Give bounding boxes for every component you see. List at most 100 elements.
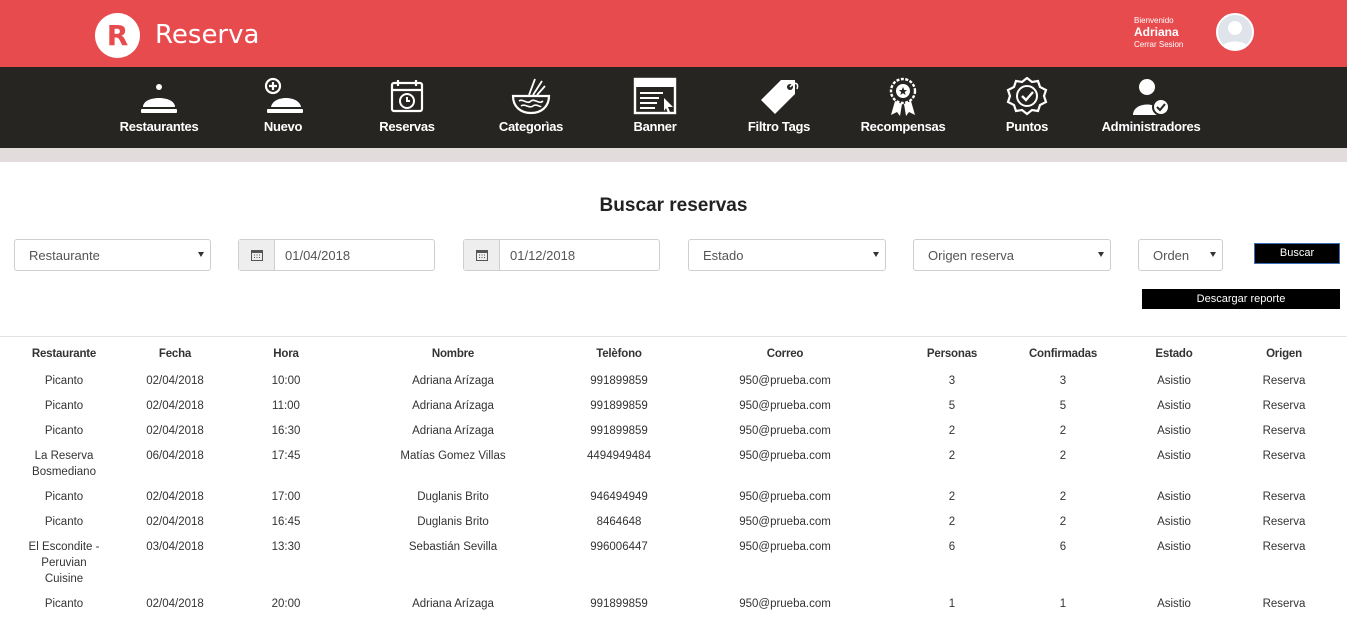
table-cell: Asistio [1157, 491, 1191, 503]
origen-select[interactable]: Origen reserva [913, 239, 1111, 271]
nav-label: Nuevo [263, 119, 303, 134]
nav-label: Restaurantes [119, 119, 199, 134]
nav-label: Filtro Tags [747, 119, 811, 134]
nav-categorias[interactable]: Categorìas [461, 67, 601, 148]
table-cell: 02/04/2018 [146, 491, 204, 503]
nav-reservas[interactable]: Reservas [337, 67, 477, 148]
table-cell: Reserva [1262, 491, 1306, 503]
table-cell: 950@prueba.com [739, 375, 831, 387]
table-cell: 2 [1059, 450, 1067, 462]
download-report-button[interactable]: Descargar reporte [1142, 289, 1340, 309]
table-cell: Matías Gomez Villas [400, 450, 506, 462]
nav-recompensas[interactable]: Recompensas [833, 67, 973, 148]
nav-label: Puntos [1005, 119, 1049, 134]
table-cell: 991899859 [590, 375, 648, 387]
brand-name: Reserva [155, 20, 260, 50]
table-cell: Duglanis Brito [417, 491, 489, 503]
table-cell: Reserva [1262, 400, 1306, 412]
column-header: Restaurante [31, 348, 97, 360]
table-cell: Reserva [1262, 516, 1306, 528]
nav-restaurantes[interactable]: Restaurantes [89, 67, 229, 148]
table-cell: Asistio [1157, 375, 1191, 387]
table-cell: 02/04/2018 [146, 425, 204, 437]
calendar-icon[interactable] [239, 240, 275, 270]
table-cell: Duglanis Brito [417, 516, 489, 528]
date-from-field[interactable]: 01/04/2018 [238, 239, 435, 271]
logout-link[interactable]: Cerrar Sesion [1134, 41, 1183, 49]
table-cell: 996006447 [590, 541, 648, 553]
table-cell: 02/04/2018 [146, 516, 204, 528]
table-cell: La Reserva Bosmediano [32, 450, 96, 478]
nav-label: Categorìas [498, 119, 564, 134]
nav-nuevo[interactable]: Nuevo [213, 67, 353, 148]
table-cell: 20:00 [271, 598, 301, 610]
nav-filtro-tags[interactable]: Filtro Tags [709, 67, 849, 148]
table-cell: 10:00 [271, 375, 301, 387]
table-cell: 03/04/2018 [146, 541, 204, 553]
avatar[interactable] [1216, 13, 1254, 51]
table-cell: Adriana Arízaga [412, 425, 494, 437]
banner-icon [633, 77, 677, 115]
table-cell: 1 [1059, 598, 1067, 610]
column-header: Estado [1155, 348, 1193, 360]
restaurante-select[interactable]: Restaurante [14, 239, 211, 271]
table-cell: 17:00 [271, 491, 301, 503]
calendar-clock-icon [390, 80, 424, 113]
select-value: Orden [1153, 248, 1190, 263]
table-cell: 2 [948, 450, 956, 462]
table-cell: 8464648 [596, 516, 642, 528]
table-cell: Picanto [44, 516, 84, 528]
table-cell: 16:30 [271, 425, 301, 437]
table-cell: 991899859 [590, 400, 648, 412]
nav-puntos[interactable]: Puntos [957, 67, 1097, 148]
divider [0, 336, 1347, 337]
orden-select[interactable]: Orden [1138, 239, 1223, 271]
table-cell: 2 [948, 425, 956, 437]
table-cell: Asistio [1157, 400, 1191, 412]
search-button[interactable]: Buscar [1254, 243, 1340, 264]
admin-user-icon [1133, 79, 1170, 116]
table-cell: Asistio [1157, 598, 1191, 610]
date-from-value: 01/04/2018 [285, 248, 351, 263]
welcome-text: Bienvenido [1134, 16, 1174, 25]
table-cell: 13:30 [271, 541, 301, 553]
table-cell: 02/04/2018 [146, 598, 204, 610]
logo-letter: R [106, 19, 129, 52]
nav-administradores[interactable]: Administradores [1081, 67, 1221, 148]
chevron-down-icon [1098, 252, 1104, 257]
tag-icon [761, 80, 799, 114]
table-cell: 1 [948, 598, 956, 610]
table-cell: Picanto [44, 491, 84, 503]
nav-label: Banner [633, 119, 677, 134]
table-cell: 02/04/2018 [146, 375, 204, 387]
table-cell: 2 [948, 491, 956, 503]
table-cell: Adriana Arízaga [412, 375, 494, 387]
column-header: Nombre [431, 348, 475, 360]
table-cell: 3 [948, 375, 956, 387]
table-cell: 950@prueba.com [739, 491, 831, 503]
table-cell: 950@prueba.com [739, 541, 831, 553]
select-value: Estado [703, 248, 744, 263]
top-header: R Reserva Bienvenido Adriana Cerrar Sesi… [0, 0, 1347, 67]
chevron-down-icon [873, 252, 879, 257]
table-cell: 946494949 [590, 491, 648, 503]
table-cell: 02/04/2018 [146, 400, 204, 412]
table-cell: 4494949484 [587, 450, 651, 462]
column-header: Confirmadas [1028, 348, 1098, 360]
nav-banner[interactable]: Banner [585, 67, 725, 148]
table-cell: 11:00 [272, 400, 300, 412]
table-cell: Asistio [1157, 516, 1191, 528]
estado-select[interactable]: Estado [688, 239, 886, 271]
table-cell: 2 [948, 516, 956, 528]
award-icon [889, 77, 917, 116]
date-to-field[interactable]: 01/12/2018 [463, 239, 660, 271]
noodle-bowl-icon [511, 78, 551, 115]
logo[interactable]: R [95, 13, 140, 58]
table-cell: 950@prueba.com [739, 598, 831, 610]
column-header: Personas [926, 348, 978, 360]
user-name: Adriana [1134, 25, 1179, 39]
calendar-icon[interactable] [464, 240, 500, 270]
table-cell: 17:45 [271, 450, 301, 462]
table-cell: Picanto [44, 598, 84, 610]
date-to-value: 01/12/2018 [510, 248, 576, 263]
